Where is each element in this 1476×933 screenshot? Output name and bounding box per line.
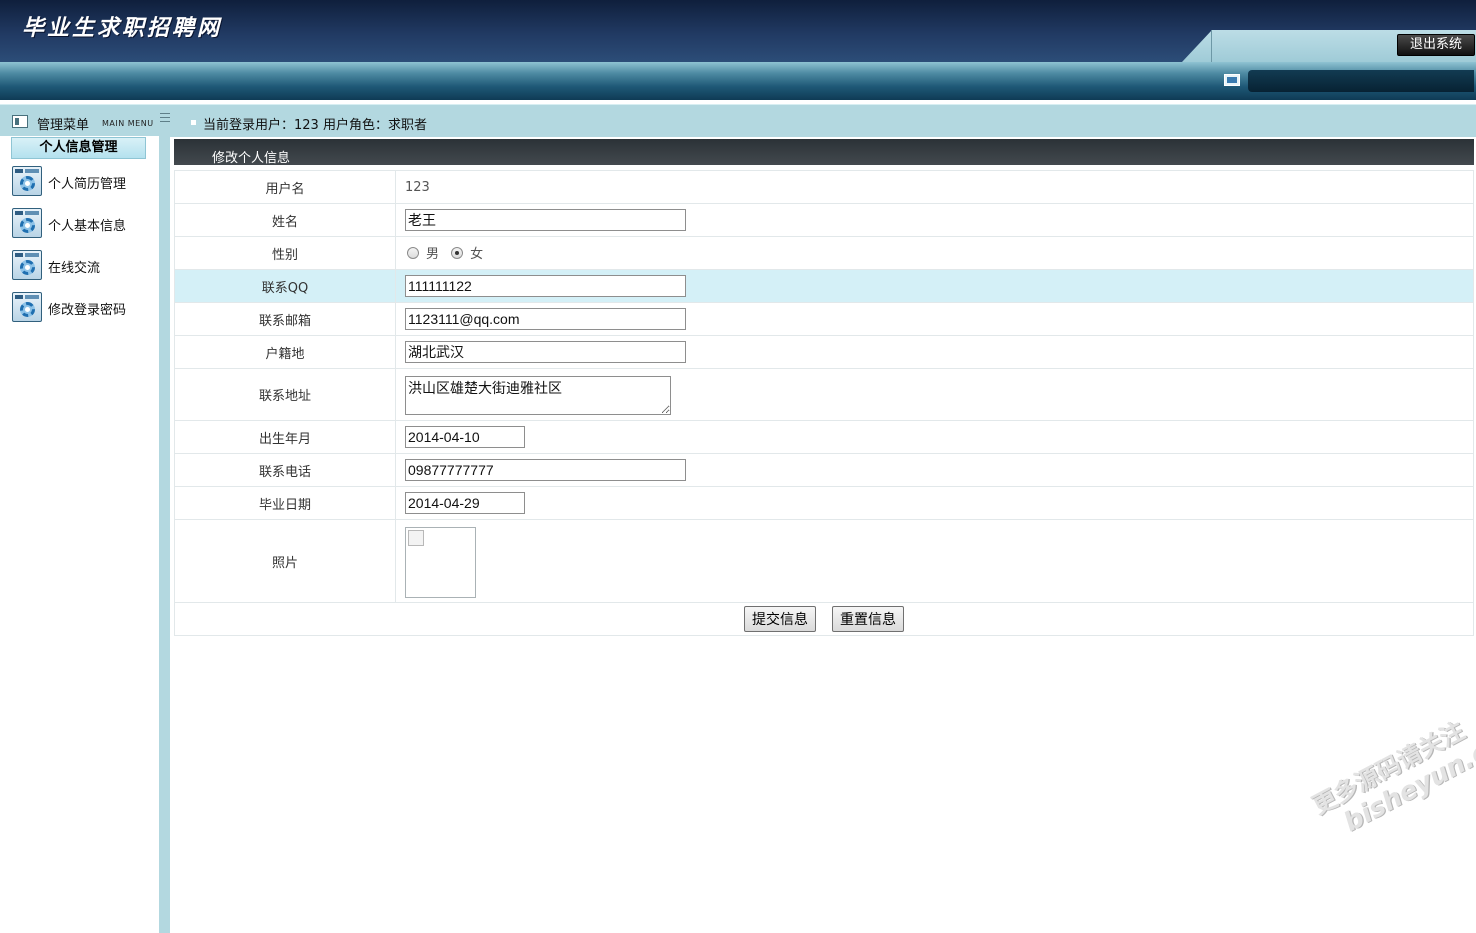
form-row-username: 用户名 123: [174, 170, 1474, 204]
monitor-icon[interactable]: [1224, 74, 1240, 86]
watermark: 更多源码请关注 bisheyun.org: [1305, 690, 1476, 847]
bullet-icon: [191, 120, 196, 125]
form-row-graduation: 毕业日期: [174, 486, 1474, 520]
sidebar-item-label: 在线交流: [48, 261, 101, 276]
birth-date-input[interactable]: [405, 426, 525, 448]
field-label: 出生年月: [174, 420, 396, 454]
photo-image: [405, 526, 476, 598]
panel-header: 修改个人信息: [174, 139, 1474, 166]
form-row-qq: 联系QQ: [174, 269, 1474, 303]
menu-subtitle: MAIN MENU: [102, 119, 154, 128]
gear-icon: [12, 166, 42, 196]
sidebar-item-label: 个人简历管理: [48, 177, 127, 192]
gender-male-radio[interactable]: [407, 246, 419, 259]
sidebar-item-chat[interactable]: 在线交流: [12, 250, 152, 282]
form-row-hometown: 户籍地: [174, 335, 1474, 369]
field-label: 照片: [174, 519, 396, 603]
form-row-phone: 联系电话: [174, 453, 1474, 487]
profile-form: 用户名 123 姓名 性别 男 女 联系QQ 联系邮箱 户籍地 联系地址 洪山区: [174, 170, 1474, 636]
form-row-address: 联系地址 洪山区雄楚大街迪雅社区: [174, 368, 1474, 421]
banner-divider: [1211, 30, 1212, 62]
reset-button[interactable]: 重置信息: [832, 606, 904, 632]
sidebar-item-resume[interactable]: 个人简历管理: [12, 166, 152, 198]
field-label: 用户名: [174, 170, 396, 204]
field-label: 联系地址: [174, 368, 396, 421]
sidebar-item-password[interactable]: 修改登录密码: [12, 292, 152, 324]
gender-male-option[interactable]: 男: [407, 243, 439, 262]
qq-input[interactable]: [405, 275, 686, 297]
logout-button[interactable]: 退出系统: [1397, 34, 1475, 56]
phone-input[interactable]: [405, 459, 686, 481]
sidebar-section-title[interactable]: 个人信息管理: [11, 137, 146, 159]
form-row-actions: 提交信息 重置信息: [174, 602, 1474, 636]
sidebar-rail: [159, 136, 170, 933]
menu-panel-icon: [12, 115, 28, 128]
gender-male-label: 男: [426, 247, 440, 263]
gender-female-radio[interactable]: [451, 246, 464, 259]
form-row-email: 联系邮箱: [174, 302, 1474, 336]
gear-icon: [12, 292, 42, 322]
field-label: 毕业日期: [174, 486, 396, 520]
toolbar-field: [1248, 70, 1474, 92]
field-label: 联系QQ: [174, 269, 396, 303]
gender-female-label: 女: [470, 247, 484, 263]
hometown-input[interactable]: [405, 341, 686, 363]
gender-female-option[interactable]: 女: [451, 243, 483, 262]
sidebar-item-label: 个人基本信息: [48, 219, 127, 234]
form-row-photo: 照片: [174, 519, 1474, 603]
menu-toggle-icon[interactable]: [160, 113, 170, 125]
field-label: 联系电话: [174, 453, 396, 487]
name-input[interactable]: [405, 209, 686, 231]
email-input[interactable]: [405, 308, 686, 330]
field-label: 姓名: [174, 203, 396, 237]
form-row-gender: 性别 男 女: [174, 236, 1474, 270]
menu-title: 管理菜单: [37, 118, 90, 133]
address-textarea[interactable]: 洪山区雄楚大街迪雅社区: [405, 376, 671, 415]
form-row-birth: 出生年月: [174, 420, 1474, 454]
field-label: 性别: [174, 236, 396, 270]
graduation-date-input[interactable]: [405, 492, 525, 514]
form-row-name: 姓名: [174, 203, 1474, 237]
gear-icon: [12, 208, 42, 238]
submit-button[interactable]: 提交信息: [744, 606, 816, 632]
username-value: 123: [395, 170, 1474, 204]
site-logo: 毕业生求职招聘网: [22, 15, 223, 41]
panel-title: 修改个人信息: [212, 151, 291, 166]
field-label: 户籍地: [174, 335, 396, 369]
broken-image-icon: [408, 529, 424, 546]
sidebar-item-basic-info[interactable]: 个人基本信息: [12, 208, 152, 240]
field-label: 联系邮箱: [174, 302, 396, 336]
sidebar-item-label: 修改登录密码: [48, 303, 127, 318]
current-user-info: 当前登录用户：123 用户角色：求职者: [203, 118, 427, 133]
gear-icon: [12, 250, 42, 280]
